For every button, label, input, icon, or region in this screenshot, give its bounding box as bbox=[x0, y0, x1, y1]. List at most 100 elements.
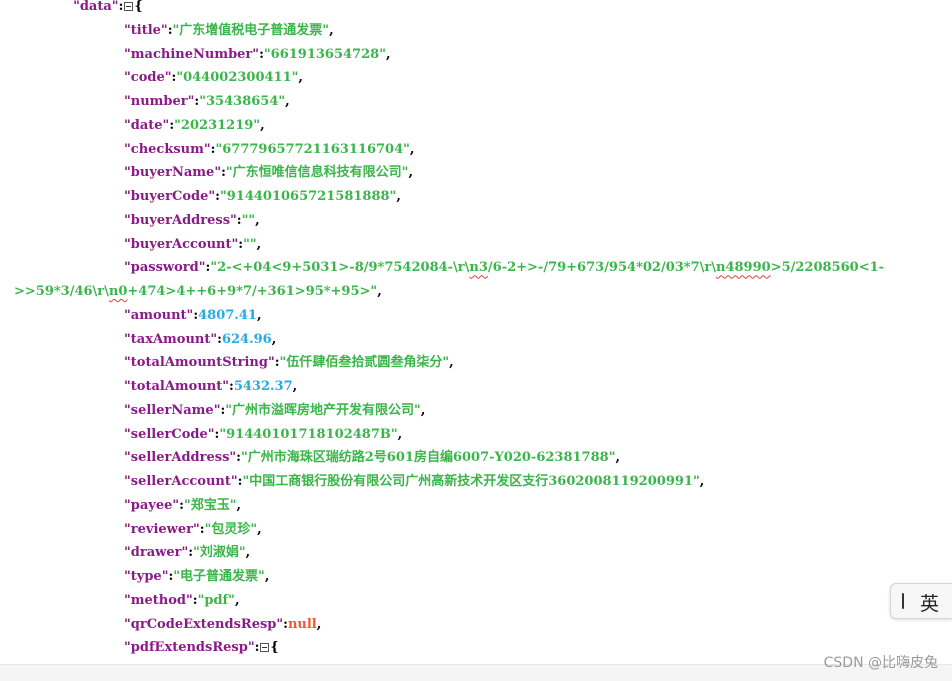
json-key: "taxAmount" bbox=[124, 331, 218, 347]
json-punctuation: , bbox=[699, 474, 705, 489]
json-value: "郑宝玉" bbox=[183, 497, 237, 513]
json-value: "661913654728" bbox=[263, 46, 386, 62]
json-value: "伍仟肆佰叁拾贰圆叁角柒分" bbox=[279, 355, 450, 371]
json-key: "payee" bbox=[124, 497, 180, 513]
json-punctuation: , bbox=[449, 355, 454, 371]
json-line: "payee":"郑宝玉", bbox=[124, 494, 241, 518]
json-value: "2-<+04<9+5031>-8/9*7542084-\r\ bbox=[210, 260, 470, 276]
json-value: "20231219" bbox=[174, 117, 261, 133]
json-punctuation: , bbox=[420, 402, 426, 418]
json-value: "广州市溢晖房地产开发有限公司" bbox=[225, 402, 421, 418]
json-key: "title" bbox=[124, 22, 168, 38]
json-value: +474>4++6+9*7/+361>95*+95>" bbox=[127, 284, 378, 299]
json-line: "amount":4807.41, bbox=[124, 304, 261, 328]
json-line: "pdfExtendsResp": { bbox=[124, 636, 279, 660]
json-punctuation: : bbox=[118, 0, 124, 14]
json-line: "sellerAccount":"中国工商银行股份有限公司广州高新技术开发区支行… bbox=[124, 470, 704, 494]
json-key: "buyerCode" bbox=[124, 189, 216, 204]
json-punctuation: , bbox=[264, 569, 270, 584]
ime-indicator[interactable]: 英 bbox=[890, 583, 952, 619]
json-punctuation: , bbox=[234, 592, 240, 608]
json-line: "number":"35438654", bbox=[124, 90, 290, 114]
json-value: "广东恒唯信信息科技有限公司" bbox=[225, 165, 409, 181]
json-line: "data": { bbox=[64, 0, 143, 19]
json-line: "qrCodeExtendsResp":null, bbox=[124, 613, 321, 637]
json-punctuation: , bbox=[245, 545, 251, 561]
json-line: "method":"pdf", bbox=[124, 589, 239, 613]
json-punctuation: , bbox=[260, 117, 265, 133]
json-key: "method" bbox=[124, 592, 193, 608]
json-key: "type" bbox=[124, 569, 169, 584]
collapse-toggle-icon[interactable] bbox=[260, 643, 270, 653]
json-line: "checksum":"67779657721163116704", bbox=[124, 138, 414, 162]
json-line: "buyerName":"广东恒唯信信息科技有限公司", bbox=[124, 161, 413, 185]
json-value: "pdf" bbox=[197, 592, 235, 608]
json-punctuation: , bbox=[396, 189, 401, 204]
json-line: "code":"044002300411", bbox=[124, 66, 303, 90]
json-line: "reviewer":"包灵珍", bbox=[124, 518, 262, 542]
json-key: "amount" bbox=[124, 307, 194, 323]
json-key: "totalAmount" bbox=[124, 379, 230, 394]
json-line: "sellerAddress":"广州市海珠区瑞纺路2号601房自编6007-Y… bbox=[124, 446, 620, 470]
json-key: "sellerAccount" bbox=[124, 474, 238, 489]
json-line: "taxAmount":624.96, bbox=[124, 328, 276, 352]
json-key: "buyerAccount" bbox=[124, 236, 239, 252]
json-punctuation: , bbox=[236, 497, 242, 513]
json-line: "buyerAccount":"", bbox=[124, 233, 261, 257]
json-punctuation: , bbox=[257, 521, 262, 537]
json-line: "type":"电子普通发票", bbox=[124, 565, 269, 589]
json-key: "date" bbox=[124, 117, 170, 133]
json-key: "buyerAddress" bbox=[124, 212, 237, 228]
json-key: "sellerName" bbox=[124, 402, 221, 418]
json-punctuation: { bbox=[270, 640, 279, 656]
collapse-toggle-icon[interactable] bbox=[124, 2, 134, 11]
json-punctuation: , bbox=[329, 22, 334, 38]
json-value: "广州市海珠区瑞纺路2号601房自编6007-Y020-62381788" bbox=[240, 450, 616, 466]
json-value: "91440101718102487B" bbox=[219, 426, 398, 442]
json-punctuation: , bbox=[397, 426, 403, 442]
json-key: "buyerName" bbox=[124, 165, 222, 181]
json-value: "" bbox=[241, 212, 256, 228]
json-value: "35438654" bbox=[199, 94, 286, 109]
json-line: "sellerCode":"91440101718102487B", bbox=[124, 423, 402, 447]
json-key: "reviewer" bbox=[124, 521, 200, 537]
json-key: "pdfExtendsResp" bbox=[124, 640, 255, 656]
json-line: "date":"20231219", bbox=[124, 114, 265, 138]
json-value: "电子普通发票" bbox=[173, 569, 265, 584]
json-punctuation: : bbox=[254, 640, 260, 656]
json-line: "sellerName":"广州市溢晖房地产开发有限公司", bbox=[124, 399, 425, 423]
json-value: >5/2208560<1- bbox=[770, 260, 885, 276]
json-punctuation: , bbox=[271, 331, 277, 347]
json-key: "drawer" bbox=[124, 545, 189, 561]
ime-language-label: 英 bbox=[920, 593, 940, 615]
horizontal-scrollbar[interactable] bbox=[0, 664, 952, 681]
json-line: >>59*3/46\r\n0+474>4++6+9*7/+361>95*+95>… bbox=[14, 280, 382, 304]
json-key: "qrCodeExtendsResp" bbox=[124, 616, 284, 632]
json-punctuation: , bbox=[409, 141, 415, 157]
json-key: "totalAmountString" bbox=[124, 355, 275, 371]
json-line: "totalAmountString":"伍仟肆佰叁拾贰圆叁角柒分", bbox=[124, 351, 454, 375]
json-punctuation: , bbox=[615, 450, 620, 466]
json-key: "machineNumber" bbox=[124, 46, 260, 62]
json-value: "044002300411" bbox=[176, 70, 299, 86]
json-punctuation: , bbox=[316, 616, 322, 632]
json-value: "中国工商银行股份有限公司广州高新技术开发区支行3602008119200991… bbox=[242, 474, 700, 489]
json-key: "number" bbox=[124, 94, 195, 109]
json-value: null bbox=[287, 616, 317, 632]
json-line: "totalAmount":5432.37, bbox=[124, 375, 297, 399]
json-punctuation: , bbox=[298, 70, 303, 86]
json-value: "67779657721163116704" bbox=[215, 141, 410, 157]
json-line: "drawer":"刘淑娟", bbox=[124, 541, 250, 565]
json-punctuation: , bbox=[408, 165, 413, 181]
json-line: "title":"广东增值税电子普通发票", bbox=[124, 19, 334, 43]
json-value: 624.96 bbox=[221, 331, 272, 347]
csdn-watermark: CSDN @比嗨皮兔 bbox=[823, 655, 938, 671]
json-key: "sellerCode" bbox=[124, 426, 215, 442]
json-line: "buyerAddress":"", bbox=[124, 209, 260, 233]
json-value: "914401065721581888" bbox=[219, 189, 397, 204]
ime-handle-icon bbox=[902, 593, 904, 609]
json-value: n48990 bbox=[716, 260, 771, 276]
json-punctuation: , bbox=[292, 379, 298, 394]
json-line: "machineNumber":"661913654728", bbox=[124, 43, 391, 67]
json-key: "code" bbox=[124, 70, 172, 86]
